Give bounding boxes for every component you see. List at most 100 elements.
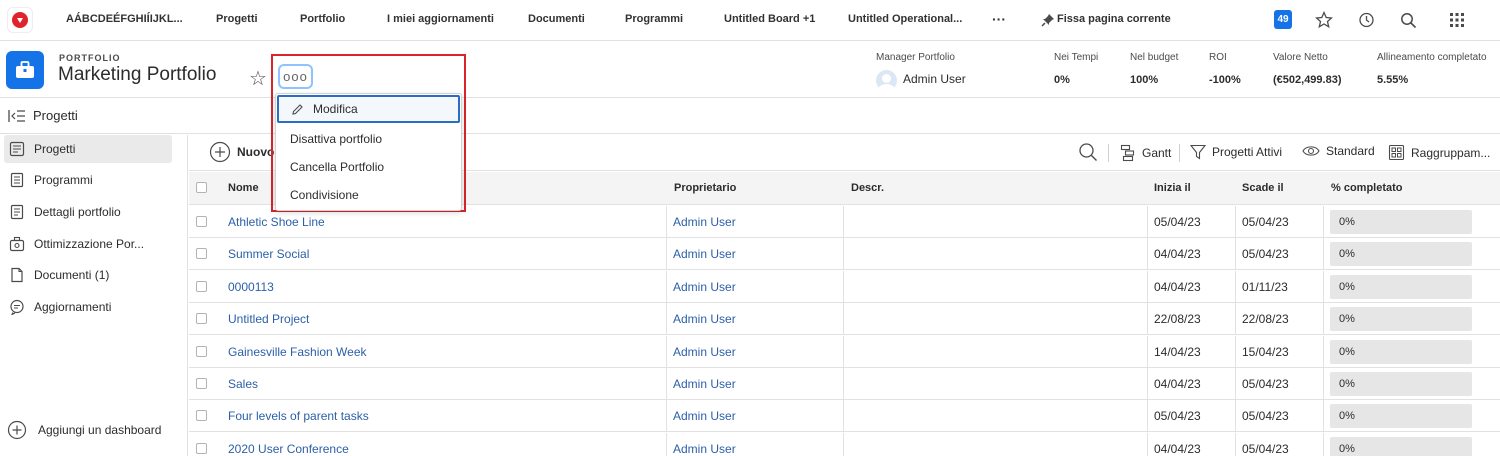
column-header-proprietario[interactable]: Proprietario <box>674 182 736 194</box>
row-checkbox[interactable] <box>196 248 207 260</box>
menu-item-label: Modifica <box>313 102 358 116</box>
project-name-link[interactable]: Athletic Shoe Line <box>228 215 325 229</box>
metric-value-on-time: 0% <box>1054 74 1070 86</box>
table-row[interactable]: 2020 User Conference Admin User 04/04/23 05… <box>189 432 1500 456</box>
owner-link[interactable]: Admin User <box>673 345 736 359</box>
grouping-icon <box>1388 144 1405 161</box>
row-checkbox[interactable] <box>196 216 207 227</box>
table-row[interactable]: Sales Admin User 04/04/23 05/04/23 0% <box>189 368 1500 400</box>
top-navigation: AÁBCDEÉFGHIÍIJKL... Progetti Portfolio I… <box>0 0 1500 41</box>
nav-item-documenti[interactable]: Documenti <box>528 13 585 25</box>
menu-item-cancella[interactable]: Cancella Portfolio <box>276 153 461 181</box>
menu-item-disattiva[interactable]: Disattiva portfolio <box>276 125 461 153</box>
nav-item-aggiornamenti[interactable]: I miei aggiornamenti <box>387 13 494 25</box>
view-button[interactable]: Standard <box>1302 144 1375 158</box>
favorite-star-icon[interactable]: ☆ <box>249 66 267 91</box>
sidebar-item-documenti[interactable]: Documenti (1) <box>4 261 172 289</box>
project-name-link[interactable]: Four levels of parent tasks <box>228 409 369 423</box>
nav-item-board[interactable]: Untitled Board +1 <box>724 13 815 25</box>
start-date-cell: 04/04/23 <box>1154 247 1201 262</box>
nav-item-operational[interactable]: Untitled Operational... <box>848 13 962 25</box>
view-label: Standard <box>1326 144 1375 158</box>
row-checkbox[interactable] <box>196 378 207 389</box>
section-header: Progetti <box>0 99 1500 134</box>
table-row[interactable]: Untitled Project Admin User 22/08/23 22/08/… <box>189 303 1500 336</box>
project-name-link[interactable]: Untitled Project <box>228 312 309 326</box>
owner-link[interactable]: Admin User <box>673 215 736 229</box>
nav-item-progetti[interactable]: Progetti <box>216 13 258 25</box>
percent-complete-text: 0% <box>1339 248 1355 261</box>
owner-link[interactable]: Admin User <box>673 247 736 261</box>
add-dashboard-button[interactable]: Aggiungi un dashboard <box>7 420 161 440</box>
start-date-cell: 04/04/23 <box>1154 441 1201 456</box>
due-date-cell: 15/04/23 <box>1242 344 1289 359</box>
owner-link[interactable]: Admin User <box>673 442 736 456</box>
filter-button[interactable]: Progetti Attivi <box>1190 144 1282 160</box>
menu-item-condivisione[interactable]: Condivisione <box>276 181 461 209</box>
page-title: Marketing Portfolio <box>58 64 217 85</box>
table-row[interactable]: Four levels of parent tasks Admin User 05/… <box>189 400 1500 433</box>
star-icon[interactable] <box>1313 9 1335 31</box>
percent-complete-text: 0% <box>1339 216 1355 228</box>
nav-item-programmi[interactable]: Programmi <box>625 13 683 25</box>
new-project-button[interactable]: Nuovo <box>209 141 274 163</box>
row-checkbox[interactable] <box>196 410 207 422</box>
metric-value-budget: 100% <box>1130 74 1159 86</box>
metric-label-budget: Nel budget <box>1130 52 1179 63</box>
project-name-link[interactable]: 0000113 <box>228 280 274 294</box>
due-date-cell: 05/04/23 <box>1242 215 1289 229</box>
sidebar-item-label: Dettagli portfolio <box>34 205 121 219</box>
manager-name[interactable]: Admin User <box>903 72 966 86</box>
percent-complete-bar: 0% <box>1330 372 1472 396</box>
column-header-completato[interactable]: % completato <box>1331 182 1403 194</box>
column-header-nome[interactable]: Nome <box>228 182 259 194</box>
notifications-badge[interactable]: 49 <box>1274 10 1292 29</box>
add-icon <box>209 141 231 163</box>
owner-link[interactable]: Admin User <box>673 409 736 423</box>
nav-item-alpha[interactable]: AÁBCDEÉFGHIÍIJKL... <box>66 13 183 25</box>
row-checkbox[interactable] <box>196 280 207 292</box>
details-icon <box>8 203 26 221</box>
more-icon[interactable]: ··· <box>992 11 1006 27</box>
gantt-button[interactable]: Gantt <box>1120 144 1171 162</box>
pin-page-label[interactable]: Fissa pagina corrente <box>1057 13 1171 25</box>
project-name-link[interactable]: Sales <box>228 377 258 391</box>
table-row[interactable]: Summer Social Admin User 04/04/23 05/04/23 0… <box>189 238 1500 271</box>
column-header-descr[interactable]: Descr. <box>851 182 884 194</box>
metric-value-roi: -100% <box>1209 74 1241 86</box>
sidebar-item-progetti[interactable]: Progetti <box>4 135 172 163</box>
project-name-link[interactable]: Gainesville Fashion Week <box>228 345 367 359</box>
column-header-scade[interactable]: Scade il <box>1242 182 1284 194</box>
project-name-link[interactable]: Summer Social <box>228 247 309 261</box>
percent-complete-text: 0% <box>1339 313 1355 326</box>
row-checkbox[interactable] <box>196 345 207 357</box>
due-date-cell: 01/11/23 <box>1242 279 1288 294</box>
owner-link[interactable]: Admin User <box>673 280 736 294</box>
grouping-button[interactable]: Raggruppam... <box>1388 144 1490 161</box>
row-checkbox[interactable] <box>196 313 207 325</box>
sidebar-item-ottimizzazione[interactable]: Ottimizzazione Por... <box>4 230 172 258</box>
briefcase-icon <box>6 51 44 89</box>
pin-icon[interactable] <box>1037 9 1059 31</box>
search-icon[interactable] <box>1397 9 1419 31</box>
metric-value-net-value: (€502,499.83) <box>1273 74 1342 86</box>
table-row[interactable]: 0000113 Admin User 04/04/23 01/11/23 0% <box>189 270 1500 303</box>
row-checkbox[interactable] <box>196 442 207 454</box>
apps-grid-icon[interactable] <box>1446 9 1468 31</box>
select-all-checkbox[interactable] <box>196 182 207 193</box>
collapse-sidebar-icon[interactable] <box>8 109 26 125</box>
menu-item-modifica[interactable]: Modifica <box>277 95 460 123</box>
table-row[interactable]: Gainesville Fashion Week Admin User 14/04/… <box>189 335 1500 368</box>
owner-link[interactable]: Admin User <box>673 312 736 326</box>
owner-link[interactable]: Admin User <box>673 377 736 391</box>
nav-item-portfolio[interactable]: Portfolio <box>300 13 345 25</box>
comment-icon <box>8 298 26 316</box>
sidebar-item-dettagli[interactable]: Dettagli portfolio <box>4 198 172 226</box>
search-icon[interactable] <box>1078 142 1104 162</box>
project-name-link[interactable]: 2020 User Conference <box>228 442 349 456</box>
sidebar-item-programmi[interactable]: Programmi <box>4 166 172 194</box>
history-icon[interactable] <box>1355 9 1377 31</box>
logo-icon[interactable] <box>7 7 33 33</box>
sidebar-item-aggiornamenti[interactable]: Aggiornamenti <box>4 293 172 321</box>
column-header-inizia[interactable]: Inizia il <box>1154 182 1191 194</box>
